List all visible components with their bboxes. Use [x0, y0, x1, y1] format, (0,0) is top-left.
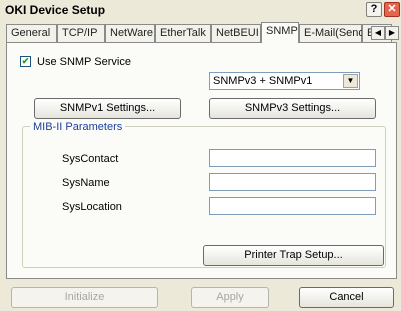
sysname-field[interactable] — [209, 173, 376, 191]
device-setup-window: OKI Device Setup ? ✕ General TCP/IP NetW… — [0, 0, 401, 311]
snmpv1-settings-button[interactable]: SNMPv1 Settings... — [34, 98, 181, 119]
syslocation-field[interactable] — [209, 197, 376, 215]
tab-scroll-left-icon[interactable]: ◀ — [371, 26, 385, 40]
chevron-down-icon[interactable]: ▼ — [343, 74, 358, 88]
snmpv3-settings-button[interactable]: SNMPv3 Settings... — [209, 98, 376, 119]
tab-strip: General TCP/IP NetWare EtherTalk NetBEUI… — [6, 22, 401, 43]
cancel-button[interactable]: Cancel — [299, 287, 394, 308]
printer-trap-setup-button[interactable]: Printer Trap Setup... — [203, 245, 384, 266]
initialize-button[interactable]: Initialize — [11, 287, 158, 308]
use-snmp-checkbox[interactable]: ✔ — [20, 56, 31, 67]
dialog-footer: Initialize Apply Cancel — [0, 284, 401, 311]
tab-netbeui[interactable]: NetBEUI — [211, 24, 261, 42]
mib-parameters-label: MIB-II Parameters — [30, 121, 126, 133]
use-snmp-label[interactable]: Use SNMP Service — [37, 56, 131, 68]
sysname-label: SysName — [62, 177, 110, 189]
syscontact-field[interactable] — [209, 149, 376, 167]
title-bar[interactable]: OKI Device Setup ? ✕ — [0, 0, 401, 20]
close-button[interactable]: ✕ — [384, 2, 400, 17]
apply-button[interactable]: Apply — [191, 287, 269, 308]
syscontact-label: SysContact — [62, 153, 119, 165]
window-title: OKI Device Setup — [5, 3, 106, 17]
tab-ethertalk[interactable]: EtherTalk — [155, 24, 211, 42]
tab-general[interactable]: General — [6, 24, 57, 42]
tab-snmp[interactable]: SNMP — [261, 22, 299, 43]
syslocation-label: SysLocation — [62, 201, 122, 213]
tab-email-send[interactable]: E-Mail(Send) — [299, 24, 368, 42]
help-button[interactable]: ? — [366, 2, 382, 17]
tab-tcpip[interactable]: TCP/IP — [57, 24, 105, 42]
snmp-version-value: SNMPv3 + SNMPv1 — [213, 75, 313, 87]
tab-scroll-right-icon[interactable]: ▶ — [385, 26, 399, 40]
snmp-version-select[interactable]: SNMPv3 + SNMPv1 ▼ — [209, 72, 360, 90]
tab-netware[interactable]: NetWare — [105, 24, 155, 42]
